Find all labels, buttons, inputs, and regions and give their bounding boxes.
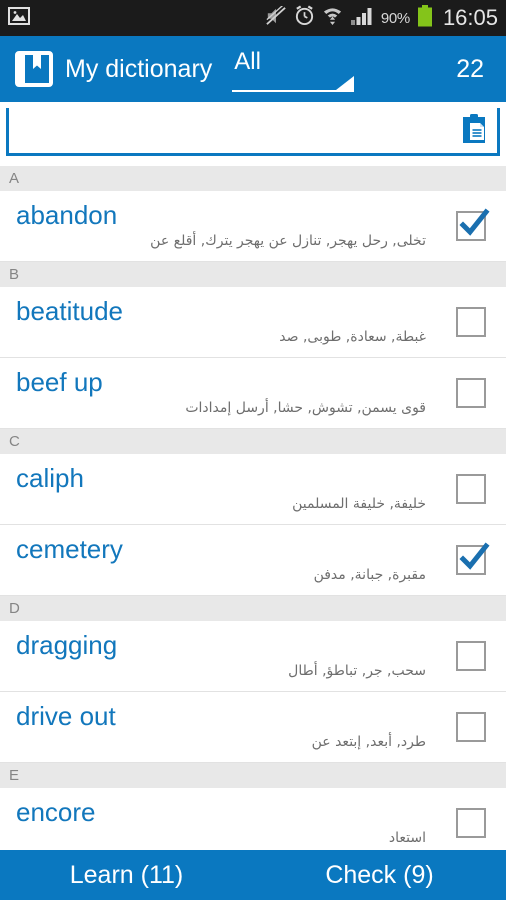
word-texts: encore استعاد [0,797,506,849]
word-term: cemetery [16,534,123,564]
word-translation: استعاد [388,830,426,846]
checkbox-unchecked[interactable] [456,378,486,408]
learn-button[interactable]: Learn (11) [0,861,253,890]
app-root: 90% 16:05 My dictionary All 22 A abandon… [0,0,506,900]
word-translation: خليفة, خليفة المسلمين [292,496,426,512]
battery-icon [417,4,433,32]
word-term: beatitude [16,296,123,326]
status-bar-right: 90% 16:05 [265,2,498,32]
dropdown-triangle-icon [336,76,355,90]
section-header-e: E [0,763,506,788]
word-term: abandon [16,200,118,230]
word-texts: abandon تخلى, رحل يهجر, تنازل عن يهجر يتر… [0,200,506,252]
book-bookmark-icon [14,49,54,89]
word-term: drive out [16,701,116,731]
word-row[interactable]: drive out طرد, أبعد, إبتعد عن [0,692,506,763]
word-texts: beatitude غبطة, سعادة, طوبى, صد [0,296,506,348]
search-input[interactable] [6,108,500,156]
wifi-icon [322,5,343,31]
image-icon [8,6,30,31]
clipboard-paste-icon[interactable] [456,111,492,147]
word-term: beef up [16,367,103,397]
word-row[interactable]: beef up قوى يسمن, تشوش, حشا, أرسل إمدادات [0,358,506,429]
checkbox-unchecked[interactable] [456,307,486,337]
word-translation: طرد, أبعد, إبتعد عن [311,734,426,750]
section-header-c: C [0,429,506,454]
action-bar: My dictionary All 22 [0,36,506,102]
word-list[interactable]: Aabandon تخلى, رحل يهجر, تنازل عن يهجر يت… [0,166,506,850]
section-header-a: A [0,166,506,191]
spinner-underline [232,90,355,92]
word-texts: caliph خليفة, خليفة المسلمين [0,463,506,515]
word-translation: سحب, جر, تباطؤ, أطال [288,663,426,679]
word-translation: قوى يسمن, تشوش, حشا, أرسل إمدادات [185,400,426,416]
word-count-badge: 22 [456,54,484,83]
status-bar-left [8,6,30,31]
battery-percent-label: 90% [380,9,410,27]
mute-icon [265,2,287,31]
word-term: dragging [16,630,118,660]
checkbox-checked[interactable] [456,542,490,575]
app-title: My dictionary [65,54,213,83]
section-header-d: D [0,596,506,621]
filter-spinner[interactable]: All [232,46,355,92]
word-translation: مقبرة, جبانة, مدفن [313,567,426,583]
checkbox-unchecked[interactable] [456,641,486,671]
word-row[interactable]: caliph خليفة, خليفة المسلمين [0,454,506,525]
word-translation: تخلى, رحل يهجر, تنازل عن يهجر يترك, أقلع… [150,233,426,249]
word-row[interactable]: encore استعاد [0,788,506,850]
checkbox-checked[interactable] [456,208,490,241]
word-row[interactable]: dragging سحب, جر, تباطؤ, أطال [0,621,506,692]
checkbox-unchecked[interactable] [456,808,486,838]
status-bar-clock: 16:05 [442,5,498,30]
word-texts: beef up قوى يسمن, تشوش, حشا, أرسل إمدادات [0,367,506,419]
word-texts: cemetery مقبرة, جبانة, مدفن [0,534,506,586]
word-texts: dragging سحب, جر, تباطؤ, أطال [0,630,506,682]
section-header-b: B [0,262,506,287]
status-bar: 90% 16:05 [0,0,506,36]
word-term: encore [16,797,96,827]
filter-spinner-label: All [234,48,261,75]
bottom-action-bar: Learn (11) Check (9) [0,850,506,900]
search-row [0,102,506,162]
word-term: caliph [16,463,84,493]
signal-icon [350,6,374,31]
check-button[interactable]: Check (9) [253,861,506,890]
word-row[interactable]: abandon تخلى, رحل يهجر, تنازل عن يهجر يتر… [0,191,506,262]
checkbox-unchecked[interactable] [456,712,486,742]
word-translation: غبطة, سعادة, طوبى, صد [279,329,426,345]
checkbox-unchecked[interactable] [456,474,486,504]
word-row[interactable]: beatitude غبطة, سعادة, طوبى, صد [0,287,506,358]
alarm-icon [294,5,315,31]
word-row[interactable]: cemetery مقبرة, جبانة, مدفن [0,525,506,596]
word-texts: drive out طرد, أبعد, إبتعد عن [0,701,506,753]
